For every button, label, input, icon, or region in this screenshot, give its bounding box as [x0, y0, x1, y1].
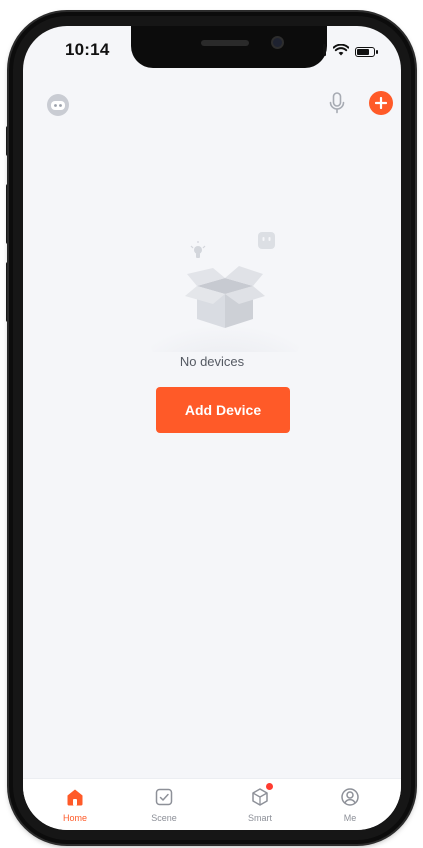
front-camera: [271, 36, 284, 49]
tab-me[interactable]: Me: [320, 785, 380, 830]
tab-smart-label: Smart: [247, 813, 272, 823]
empty-state-message: No devices: [179, 354, 245, 369]
app-screen: 10:14 No devices Add Device Home Scene S…: [23, 26, 401, 830]
tab-smart[interactable]: Smart: [230, 783, 290, 830]
battery-icon: [355, 47, 378, 57]
tab-scene[interactable]: Scene: [134, 785, 194, 830]
profile-icon: [338, 785, 362, 809]
smart-cube-icon: [248, 783, 273, 809]
earpiece-speaker: [201, 40, 249, 46]
tab-scene-label: Scene: [151, 813, 177, 823]
tab-me-label: Me: [343, 813, 357, 823]
tab-home[interactable]: Home: [45, 785, 105, 830]
scene-check-icon: [152, 785, 176, 809]
empty-box-icon: [147, 222, 307, 382]
signal-icon: [323, 43, 327, 61]
notch: [131, 26, 327, 68]
bottom-tab-bar: Home Scene Smart Me: [23, 778, 401, 830]
status-icons: [323, 43, 378, 61]
phone-frame: 10:14 No devices Add Device Home Scene S…: [9, 12, 415, 844]
tab-home-label: Home: [62, 813, 87, 823]
microphone-icon[interactable]: [325, 90, 349, 118]
device-mockup: 10:14 No devices Add Device Home Scene S…: [0, 0, 423, 848]
notification-dot: [266, 783, 273, 790]
home-icon: [63, 785, 87, 809]
wifi-icon: [332, 43, 350, 61]
add-device-button[interactable]: Add Device: [156, 387, 290, 433]
status-time: 10:14: [65, 40, 110, 59]
plus-icon: [375, 97, 387, 109]
add-plus-button[interactable]: [369, 91, 393, 115]
home-avatar-icon[interactable]: [47, 94, 69, 116]
